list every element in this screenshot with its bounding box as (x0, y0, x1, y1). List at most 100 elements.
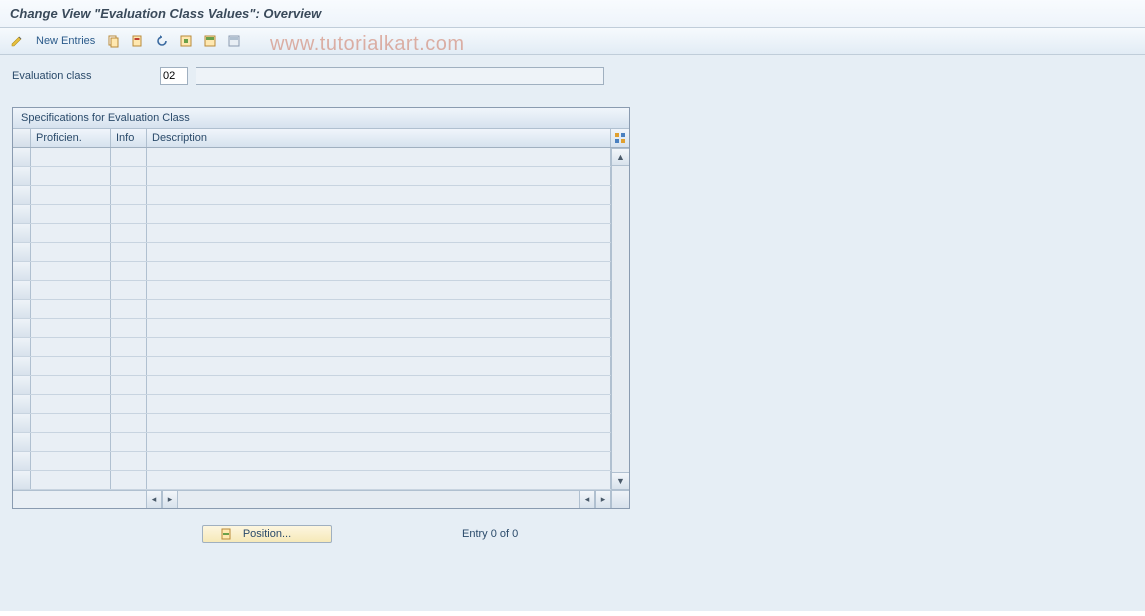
cell-proficiency[interactable] (31, 148, 111, 166)
scroll-left-first-icon[interactable]: ◂ (146, 491, 162, 508)
evaluation-class-input[interactable] (160, 67, 188, 85)
cell-proficiency[interactable] (31, 186, 111, 204)
row-selector[interactable] (13, 300, 31, 318)
table-row[interactable] (13, 262, 611, 281)
table-row[interactable] (13, 395, 611, 414)
select-all-icon[interactable] (177, 32, 195, 50)
table-row[interactable] (13, 376, 611, 395)
column-selector-header[interactable] (13, 129, 31, 147)
table-row[interactable] (13, 205, 611, 224)
cell-description[interactable] (147, 262, 611, 280)
vertical-scrollbar[interactable]: ▲ ▼ (611, 148, 629, 490)
scroll-left-icon[interactable]: ▸ (162, 491, 178, 508)
cell-proficiency[interactable] (31, 319, 111, 337)
cell-description[interactable] (147, 148, 611, 166)
cell-proficiency[interactable] (31, 300, 111, 318)
table-row[interactable] (13, 452, 611, 471)
cell-proficiency[interactable] (31, 395, 111, 413)
row-selector[interactable] (13, 452, 31, 470)
cell-description[interactable] (147, 338, 611, 356)
cell-info[interactable] (111, 205, 147, 223)
cell-info[interactable] (111, 262, 147, 280)
cell-proficiency[interactable] (31, 281, 111, 299)
cell-info[interactable] (111, 186, 147, 204)
cell-info[interactable] (111, 376, 147, 394)
cell-info[interactable] (111, 243, 147, 261)
row-selector[interactable] (13, 224, 31, 242)
cell-description[interactable] (147, 319, 611, 337)
table-row[interactable] (13, 357, 611, 376)
cell-info[interactable] (111, 224, 147, 242)
cell-description[interactable] (147, 167, 611, 185)
cell-proficiency[interactable] (31, 357, 111, 375)
cell-proficiency[interactable] (31, 414, 111, 432)
cell-description[interactable] (147, 376, 611, 394)
row-selector[interactable] (13, 471, 31, 489)
row-selector[interactable] (13, 395, 31, 413)
row-selector[interactable] (13, 357, 31, 375)
cell-info[interactable] (111, 300, 147, 318)
cell-info[interactable] (111, 319, 147, 337)
row-selector[interactable] (13, 281, 31, 299)
cell-info[interactable] (111, 433, 147, 451)
row-selector[interactable] (13, 262, 31, 280)
table-row[interactable] (13, 148, 611, 167)
cell-info[interactable] (111, 414, 147, 432)
table-row[interactable] (13, 281, 611, 300)
cell-proficiency[interactable] (31, 338, 111, 356)
deselect-icon[interactable] (225, 32, 243, 50)
select-block-icon[interactable] (201, 32, 219, 50)
cell-description[interactable] (147, 281, 611, 299)
scroll-up-icon[interactable]: ▲ (612, 148, 629, 166)
cell-description[interactable] (147, 452, 611, 470)
table-row[interactable] (13, 338, 611, 357)
cell-info[interactable] (111, 395, 147, 413)
edit-pencil-icon[interactable] (8, 32, 26, 50)
table-row[interactable] (13, 319, 611, 338)
position-button[interactable]: Position... (202, 525, 332, 543)
cell-description[interactable] (147, 433, 611, 451)
delete-icon[interactable] (129, 32, 147, 50)
copy-icon[interactable] (105, 32, 123, 50)
column-proficiency-header[interactable]: Proficien. (31, 129, 111, 147)
cell-description[interactable] (147, 300, 611, 318)
cell-info[interactable] (111, 471, 147, 489)
row-selector[interactable] (13, 414, 31, 432)
cell-proficiency[interactable] (31, 376, 111, 394)
table-settings-icon[interactable] (611, 129, 629, 147)
row-selector[interactable] (13, 319, 31, 337)
row-selector[interactable] (13, 433, 31, 451)
cell-proficiency[interactable] (31, 471, 111, 489)
row-selector[interactable] (13, 205, 31, 223)
new-entries-button[interactable]: New Entries (32, 33, 99, 49)
column-info-header[interactable]: Info (111, 129, 147, 147)
table-row[interactable] (13, 243, 611, 262)
cell-proficiency[interactable] (31, 452, 111, 470)
cell-description[interactable] (147, 186, 611, 204)
undo-icon[interactable] (153, 32, 171, 50)
cell-description[interactable] (147, 357, 611, 375)
evaluation-class-desc-input[interactable] (196, 67, 604, 85)
cell-info[interactable] (111, 167, 147, 185)
table-row[interactable] (13, 167, 611, 186)
table-row[interactable] (13, 186, 611, 205)
column-description-header[interactable]: Description (147, 129, 611, 147)
cell-proficiency[interactable] (31, 433, 111, 451)
row-selector[interactable] (13, 186, 31, 204)
cell-info[interactable] (111, 357, 147, 375)
cell-description[interactable] (147, 243, 611, 261)
table-row[interactable] (13, 224, 611, 243)
row-selector[interactable] (13, 338, 31, 356)
cell-info[interactable] (111, 281, 147, 299)
scroll-right-icon[interactable]: ◂ (579, 491, 595, 508)
table-row[interactable] (13, 414, 611, 433)
cell-proficiency[interactable] (31, 205, 111, 223)
row-selector[interactable] (13, 167, 31, 185)
cell-description[interactable] (147, 224, 611, 242)
horizontal-scrollbar[interactable]: ◂ ▸ ◂ ▸ (13, 490, 629, 508)
table-row[interactable] (13, 433, 611, 452)
cell-info[interactable] (111, 148, 147, 166)
cell-proficiency[interactable] (31, 167, 111, 185)
row-selector[interactable] (13, 243, 31, 261)
scroll-right-last-icon[interactable]: ▸ (595, 491, 611, 508)
